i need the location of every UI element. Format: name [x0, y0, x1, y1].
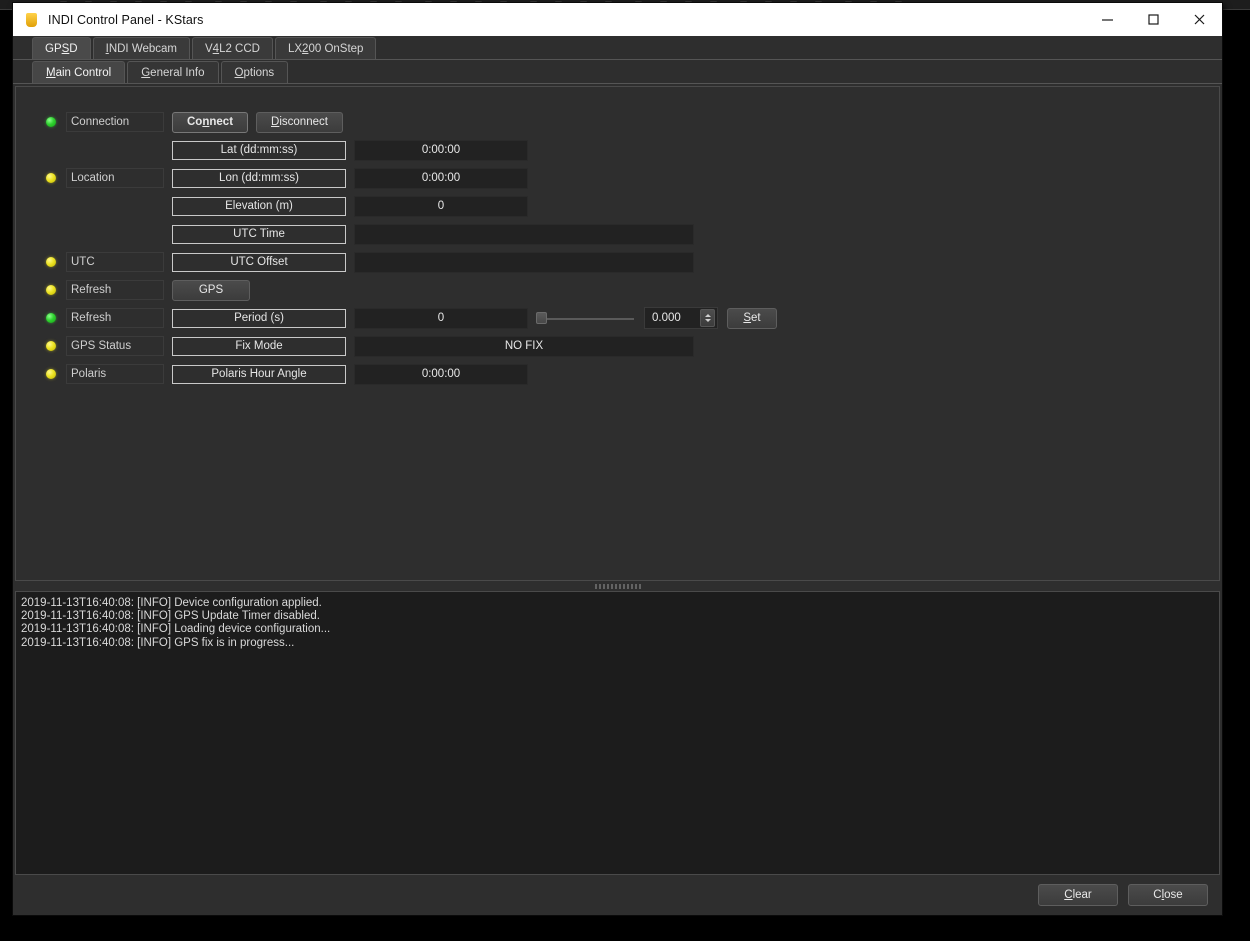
splitter-grip-icon [594, 583, 641, 589]
element-value-lat[interactable]: 0:00:00 [354, 139, 528, 161]
tab-v4l2-ccd-label: V4L2 CCD [204, 42, 260, 55]
status-led-polaris [46, 369, 56, 379]
dialog-button-bar: Clear Close [13, 875, 1222, 915]
indi-control-panel-window: INDI Control Panel - KStars GPSD INDI We… [13, 3, 1222, 915]
property-label-connection: Connection [66, 112, 164, 132]
device-tab-bar: GPSD INDI Webcam V4L2 CCD LX200 OnStep [13, 36, 1222, 60]
log-line: 2019-11-13T16:40:08: [INFO] Loading devi… [21, 623, 331, 636]
window-title: INDI Control Panel - KStars [48, 12, 204, 27]
property-row-gps-status: GPS Status Fix Mode NO FIX [46, 335, 1219, 357]
element-value-lon[interactable]: 0:00:00 [354, 167, 528, 189]
property-row-location-elevation: Elevation (m) 0 [46, 195, 1219, 217]
property-row-location-lon: Location Lon (dd:mm:ss) 0:00:00 [46, 167, 1219, 189]
tab-general-info[interactable]: General Info [127, 61, 219, 83]
close-button[interactable]: Close [1128, 884, 1208, 906]
period-slider-groove [546, 317, 634, 320]
connect-button[interactable]: Connect [172, 111, 249, 133]
element-value-elevation[interactable]: 0 [354, 195, 528, 217]
property-row-connection: Connection Connect Disconnect [46, 111, 1219, 133]
chevron-down-icon[interactable] [704, 319, 711, 322]
property-label-utc: UTC [66, 252, 164, 272]
tab-indi-webcam-label: INDI Webcam [105, 42, 177, 55]
element-label-fix-mode[interactable]: Fix Mode [172, 336, 346, 356]
property-label-spacer [66, 196, 164, 216]
element-value-utc-time[interactable] [354, 223, 694, 245]
log-line: 2019-11-13T16:40:08: [INFO] GPS Update T… [21, 610, 320, 623]
property-label-location: Location [66, 168, 164, 188]
property-row-polaris: Polaris Polaris Hour Angle 0:00:00 [46, 363, 1219, 385]
property-label-gps-status: GPS Status [66, 336, 164, 356]
indi-app-icon [26, 12, 37, 27]
element-value-polaris-hour-angle[interactable]: 0:00:00 [354, 363, 528, 385]
maximize-icon[interactable] [1130, 3, 1176, 36]
status-led-gps-status [46, 341, 56, 351]
disconnect-button[interactable]: Disconnect [256, 111, 343, 133]
log-line: 2019-11-13T16:40:08: [INFO] Device confi… [21, 597, 322, 609]
property-label-refresh-period: Refresh [66, 308, 164, 328]
window-controls [1084, 3, 1222, 36]
element-label-utc-offset[interactable]: UTC Offset [172, 252, 346, 272]
panel-splitter[interactable] [13, 581, 1222, 591]
desktop-background: INDI Control Panel - KStars GPSD INDI We… [0, 0, 1250, 941]
property-row-location-lat: Lat (dd:mm:ss) 0:00:00 [46, 139, 1219, 161]
element-label-lon[interactable]: Lon (dd:mm:ss) [172, 168, 346, 188]
element-label-elevation[interactable]: Elevation (m) [172, 196, 346, 216]
period-slider[interactable] [536, 308, 636, 329]
tab-general-info-label: General Info [141, 66, 205, 79]
property-list: Connection Connect Disconnect Lat (dd:mm… [16, 87, 1219, 385]
property-label-spacer [66, 224, 164, 244]
status-led-refresh-gps [46, 285, 56, 295]
close-icon[interactable] [1176, 3, 1222, 36]
element-label-utc-time[interactable]: UTC Time [172, 224, 346, 244]
tab-gpsd[interactable]: GPSD [32, 37, 91, 59]
tab-lx200-onstep-label: LX200 OnStep [287, 42, 364, 55]
minimize-icon[interactable] [1084, 3, 1130, 36]
clear-button[interactable]: Clear [1038, 884, 1118, 906]
tab-options-label: Options [234, 66, 275, 79]
property-label-refresh-gps: Refresh [66, 280, 164, 300]
property-label-polaris: Polaris [66, 364, 164, 384]
element-label-polaris-hour-angle[interactable]: Polaris Hour Angle [172, 364, 346, 384]
property-label-spacer [66, 140, 164, 160]
log-line: 2019-11-13T16:40:08: [INFO] GPS fix is i… [21, 636, 295, 649]
sub-tab-bar: Main Control General Info Options [13, 60, 1222, 84]
status-led-connection [46, 117, 56, 127]
status-led-spacer [46, 229, 56, 239]
period-slider-handle[interactable] [536, 312, 547, 324]
property-row-utc-offset: UTC UTC Offset [46, 251, 1219, 273]
period-spinbox-arrows[interactable] [700, 309, 715, 327]
tab-gpsd-label: GPSD [45, 42, 78, 55]
status-led-spacer [46, 145, 56, 155]
tab-lx200-onstep[interactable]: LX200 OnStep [274, 37, 377, 59]
main-control-panel: Connection Connect Disconnect Lat (dd:mm… [15, 86, 1220, 581]
window-titlebar[interactable]: INDI Control Panel - KStars [13, 3, 1222, 36]
status-led-utc [46, 257, 56, 267]
tab-main-control[interactable]: Main Control [32, 61, 126, 83]
tab-main-control-label: Main Control [46, 66, 112, 79]
period-spinbox-value: 0.000 [652, 312, 681, 324]
tab-indi-webcam[interactable]: INDI Webcam [92, 37, 190, 59]
log-output-panel[interactable]: 2019-11-13T16:40:08: [INFO] Device confi… [15, 591, 1220, 875]
period-spinbox[interactable]: 0.000 [644, 307, 718, 329]
tab-options[interactable]: Options [220, 61, 289, 83]
status-led-spacer [46, 201, 56, 211]
tab-v4l2-ccd[interactable]: V4L2 CCD [191, 37, 273, 59]
element-value-utc-offset[interactable] [354, 251, 694, 273]
gps-refresh-button[interactable]: GPS [172, 279, 250, 301]
element-label-period[interactable]: Period (s) [172, 308, 346, 328]
set-period-button[interactable]: Set [727, 307, 777, 329]
element-label-lat[interactable]: Lat (dd:mm:ss) [172, 140, 346, 160]
property-row-refresh-gps: Refresh GPS [46, 279, 1219, 301]
chevron-up-icon[interactable] [704, 314, 711, 317]
element-value-period[interactable]: 0 [354, 307, 528, 329]
property-row-refresh-period: Refresh Period (s) 0 0.000 Set [46, 307, 1219, 329]
status-led-refresh-period [46, 313, 56, 323]
element-value-fix-mode[interactable]: NO FIX [354, 335, 694, 357]
status-led-location [46, 173, 56, 183]
property-row-utc-time: UTC Time [46, 223, 1219, 245]
